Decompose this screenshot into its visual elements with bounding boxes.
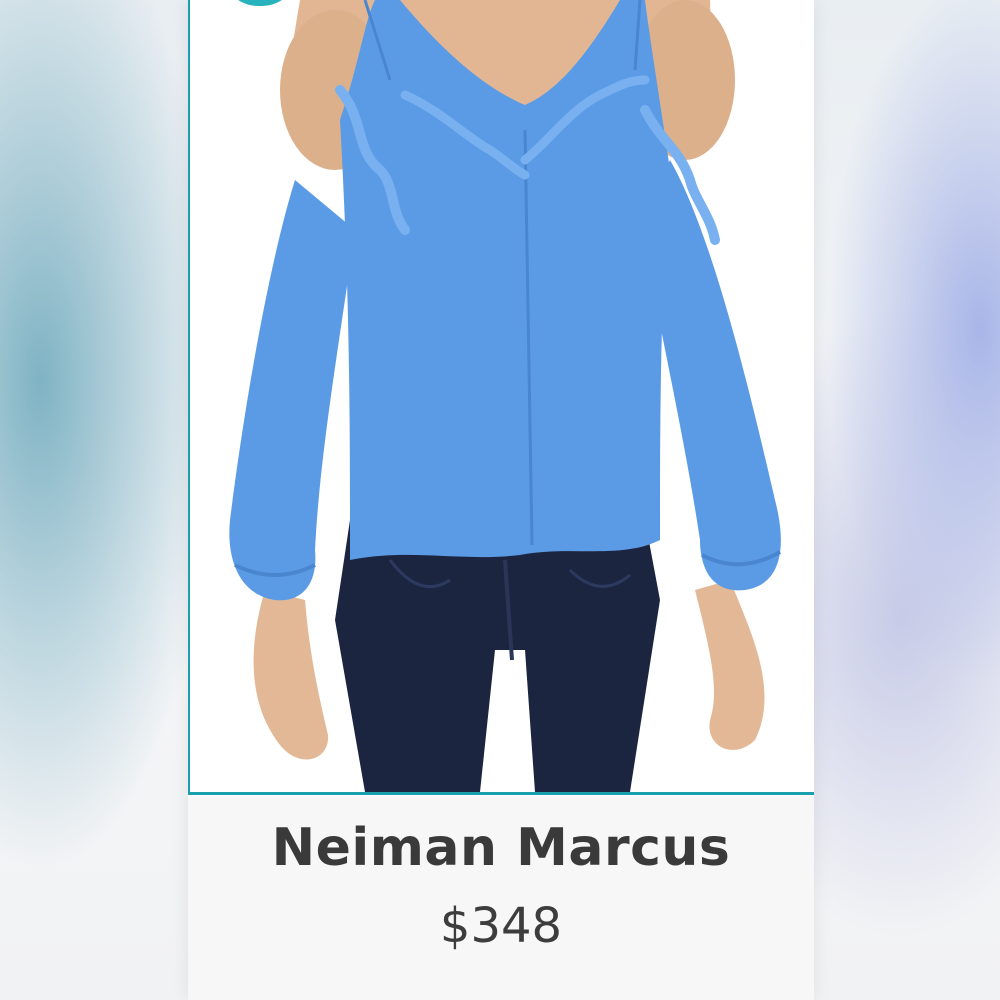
- product-info: Neiman Marcus $348: [188, 796, 814, 1000]
- brand-name[interactable]: Neiman Marcus: [188, 818, 814, 878]
- product-image[interactable]: [190, 0, 814, 792]
- product-price: $348: [439, 898, 563, 954]
- screen: Neiman Marcus $348: [0, 0, 1000, 1000]
- product-image-frame[interactable]: [188, 0, 814, 795]
- product-card[interactable]: Neiman Marcus $348: [188, 0, 814, 1000]
